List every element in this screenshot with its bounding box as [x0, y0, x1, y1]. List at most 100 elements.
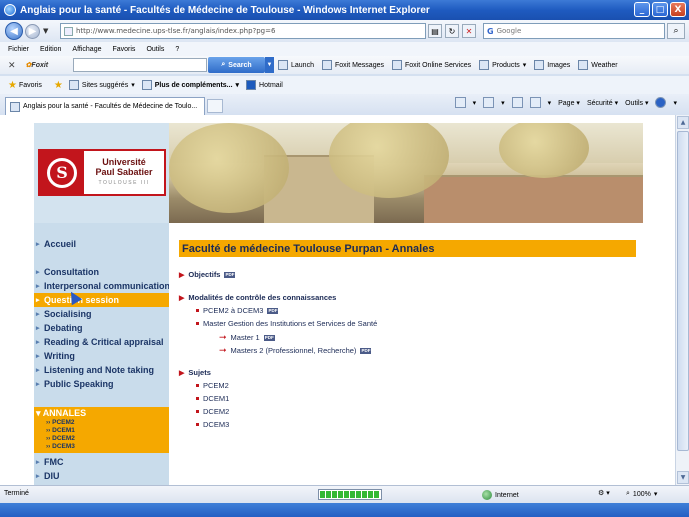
annales-title-text: ANNALES	[42, 408, 87, 418]
vertical-scrollbar[interactable]: ▲ ▼	[675, 115, 689, 485]
search-placeholder: Google	[496, 27, 522, 35]
foxit-messages-button[interactable]: Foxit Messages	[321, 60, 384, 70]
nav-accueil[interactable]: Accueil	[34, 237, 169, 251]
foxit-search-input[interactable]	[73, 58, 207, 72]
help-icon[interactable]	[655, 97, 667, 108]
print-icon[interactable]	[529, 97, 541, 108]
scroll-up-button[interactable]: ▲	[677, 116, 689, 129]
annales-dcem1[interactable]: ›› DCEM1	[46, 427, 75, 434]
logo-text: Université Paul Sabatier TOULOUSE III	[84, 157, 164, 186]
sujets-pcem2-link[interactable]: PCEM2	[196, 381, 229, 390]
feeds-icon[interactable]	[483, 97, 495, 108]
nav-reading-critical-appraisal[interactable]: Reading & Critical appraisal	[34, 335, 169, 349]
nav-question-session[interactable]: Question session	[34, 293, 169, 307]
stop-icon[interactable]: ✕	[462, 24, 476, 38]
more-addons-link[interactable]: Plus de compléments... ▾	[141, 80, 239, 90]
zoom-control[interactable]: ⌕ 100% ▾	[626, 490, 657, 498]
nav-socialising[interactable]: Socialising	[34, 307, 169, 321]
sujets-dcem2-label: DCEM2	[203, 407, 230, 416]
nav-writing[interactable]: Writing	[34, 349, 169, 363]
annales-dcem2[interactable]: ›› DCEM2	[46, 435, 75, 442]
annales-dcem3[interactable]: ›› DCEM3	[46, 443, 75, 450]
nav-listening-note-taking[interactable]: Listening and Note taking	[34, 363, 169, 377]
sujets-dcem2-link[interactable]: DCEM2	[196, 407, 229, 416]
menu-edition[interactable]: Edition	[40, 46, 61, 53]
menu-affichage[interactable]: Affichage	[72, 46, 101, 53]
products-menu[interactable]: Products ▾	[479, 60, 526, 70]
home-dropdown[interactable]: ▾	[473, 99, 477, 107]
menu-fichier[interactable]: Fichier	[8, 46, 29, 53]
page-title: Faculté de médecine Toulouse Purpan - An…	[179, 240, 636, 257]
favorites-star-icon: ★	[8, 79, 17, 91]
page-menu[interactable]: Page ▾	[558, 99, 580, 107]
menu-outils[interactable]: Outils	[146, 46, 164, 53]
globe-icon	[482, 490, 492, 500]
scroll-down-button[interactable]: ▼	[677, 471, 689, 484]
foxit-online-services-button[interactable]: Foxit Online Services	[392, 60, 471, 70]
nav-interpersonal-communication[interactable]: Interpersonal communication	[34, 279, 170, 293]
weather-icon	[578, 60, 589, 70]
toolbar-close-icon[interactable]: ✕	[8, 60, 16, 71]
sujets-dcem3-link[interactable]: DCEM3	[196, 420, 229, 429]
new-tab-button[interactable]	[207, 99, 223, 113]
objectifs-link[interactable]: ▶ Objectifs PDF	[179, 270, 236, 279]
sujets-dcem1-link[interactable]: DCEM1	[196, 394, 229, 403]
master1-link[interactable]: ➞ Master 1 PDF	[219, 332, 275, 343]
foxit-search-dropdown[interactable]: ▼	[265, 57, 274, 73]
nav-consultation[interactable]: Consultation	[34, 265, 169, 279]
bullet-square-icon	[196, 309, 199, 312]
hotmail-icon	[246, 80, 257, 90]
nav-diu[interactable]: DIU	[34, 469, 169, 483]
close-button[interactable]: X	[670, 2, 686, 17]
menu-help[interactable]: ?	[175, 46, 179, 53]
minimize-button[interactable]: _	[634, 2, 650, 17]
refresh-icon[interactable]: ↻	[445, 24, 459, 38]
foxit-search-button[interactable]: ⌕ Search	[208, 57, 265, 73]
weather-button[interactable]: Weather	[578, 60, 618, 70]
scroll-thumb[interactable]	[677, 131, 689, 451]
nav-public-speaking[interactable]: Public Speaking	[34, 377, 169, 391]
search-input[interactable]: G Google	[483, 23, 665, 39]
security-menu[interactable]: Sécurité ▾	[587, 99, 618, 107]
security-zone[interactable]: Internet	[482, 490, 519, 500]
launch-button[interactable]: Launch	[278, 60, 314, 70]
protected-mode-icon[interactable]: ⚙ ▾	[598, 489, 610, 497]
favorites-bar: ★ Favoris ★ Sites suggérés ▾ Plus de com…	[0, 76, 689, 94]
windows-taskbar	[0, 503, 689, 517]
pcem2-dcem3-link[interactable]: PCEM2 à DCEM3 PDF	[196, 306, 279, 315]
masters2-link[interactable]: ➞ Masters 2 (Professionnel, Recherche) P…	[219, 345, 372, 356]
window-title-bar: Anglais pour la santé - Facultés de Méde…	[0, 0, 689, 20]
home-icon[interactable]	[454, 97, 466, 108]
forward-button[interactable]: ▶	[25, 23, 40, 39]
menu-favoris[interactable]: Favoris	[112, 46, 135, 53]
add-favorite-icon[interactable]: ★	[54, 80, 63, 91]
help-dropdown[interactable]: ▾	[673, 99, 677, 107]
suggested-sites-link[interactable]: Sites suggérés ▾	[68, 80, 135, 90]
compatibility-view-icon[interactable]: ▤	[428, 24, 442, 38]
hotmail-link[interactable]: Hotmail	[246, 80, 283, 90]
nav-debating[interactable]: Debating	[34, 321, 169, 335]
university-logo[interactable]: S Université Paul Sabatier TOULOUSE III	[38, 149, 166, 196]
suggested-sites-label: Sites suggérés	[81, 81, 129, 89]
images-label: Images	[547, 61, 571, 69]
tools-menu[interactable]: Outils ▾	[625, 99, 648, 107]
annales-box: ▾ ANNALES ›› PCEM2 ›› DCEM1 ›› DCEM2 ›› …	[34, 407, 169, 453]
page-menu-label: Page	[558, 99, 575, 107]
annales-pcem2[interactable]: ›› PCEM2	[46, 419, 75, 426]
address-field[interactable]: http://www.medecine.ups-tlse.fr/anglais/…	[60, 23, 426, 39]
favorites-button[interactable]: Favoris	[19, 82, 42, 89]
recent-pages-dropdown[interactable]: ▼	[43, 27, 48, 35]
tab-active[interactable]: Anglais pour la santé - Facultés de Méde…	[5, 97, 205, 115]
print-dropdown[interactable]: ▾	[548, 99, 552, 107]
images-button[interactable]: Images	[534, 60, 570, 70]
maximize-button[interactable]: □	[652, 2, 668, 17]
annales-title[interactable]: ▾ ANNALES	[36, 408, 86, 419]
nav-fmc[interactable]: FMC	[34, 455, 169, 469]
pdf-icon: PDF	[267, 307, 279, 314]
foxit-search-label: Search	[228, 61, 252, 69]
search-icon[interactable]: ⌕	[667, 23, 685, 39]
mail-icon[interactable]	[511, 97, 523, 108]
master-gestion-label: Master Gestion des Institutions et Servi…	[203, 319, 378, 328]
feeds-dropdown[interactable]: ▾	[501, 99, 505, 107]
back-button[interactable]: ◀	[5, 22, 23, 40]
